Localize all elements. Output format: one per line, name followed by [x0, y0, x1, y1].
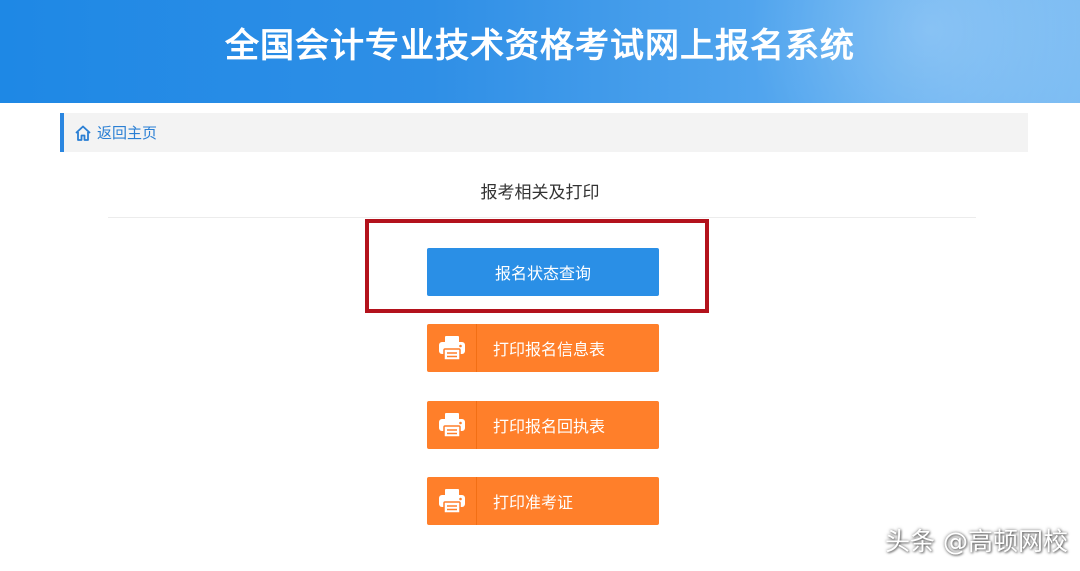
print-info-button[interactable]: 打印报名信息表 [427, 324, 659, 372]
printer-icon [427, 324, 477, 372]
print-receipt-label: 打印报名回执表 [493, 417, 606, 436]
printer-icon [427, 477, 477, 525]
page-title: 全国会计专业技术资格考试网上报名系统 [225, 26, 855, 66]
status-query-button[interactable]: 报名状态查询 [427, 248, 659, 296]
watermark-text: 头条 @高顿网校 [885, 527, 1068, 556]
print-admission-label: 打印准考证 [493, 493, 574, 512]
print-admission-ticket-button[interactable]: 打印准考证 [427, 477, 659, 525]
section-title: 报考相关及打印 [480, 183, 600, 203]
section-divider [108, 217, 976, 218]
back-home-label: 返回主页 [97, 124, 158, 142]
print-receipt-button[interactable]: 打印报名回执表 [427, 401, 659, 449]
print-info-label: 打印报名信息表 [493, 340, 606, 359]
printer-icon [427, 401, 477, 449]
header-banner: 全国会计专业技术资格考试网上报名系统 [0, 0, 1080, 103]
home-icon [74, 124, 92, 142]
back-home-link[interactable]: 返回主页 [60, 113, 1028, 152]
